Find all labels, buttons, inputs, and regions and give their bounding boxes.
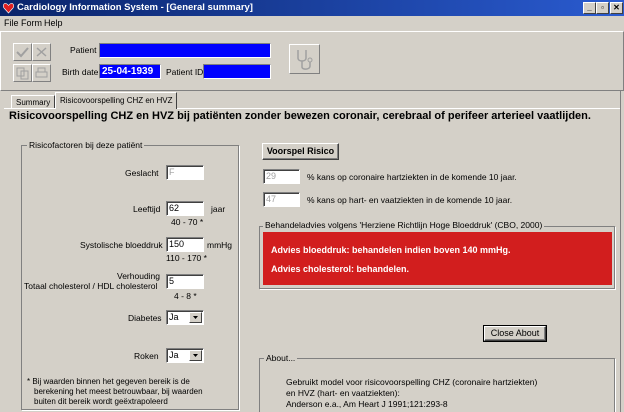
verhouding-sublabel: Totaal cholesterol / HDL cholesterol <box>24 281 158 291</box>
window-title: Cardiology Information System - [General… <box>17 2 253 13</box>
geslacht-field[interactable]: F <box>166 165 204 180</box>
patient-label: Patient <box>70 45 97 55</box>
menu-bar: File Form Help <box>0 16 624 30</box>
about-line3: Anderson e.a., Am Heart J 1991;121:293-8 <box>286 399 448 409</box>
diabetes-value: Ja <box>169 312 179 322</box>
voorspel-risico-button[interactable]: Voorspel Risico <box>262 143 339 160</box>
leeftijd-label: Leeftijd <box>133 204 161 214</box>
check-icon <box>16 47 29 58</box>
stethoscope-button[interactable] <box>289 44 320 74</box>
geslacht-label: Geslacht <box>125 168 159 178</box>
menu-help[interactable]: Help <box>44 18 63 28</box>
leeftijd-field[interactable]: 62 <box>166 201 204 216</box>
window-edge <box>620 91 624 412</box>
menu-file[interactable]: File <box>4 18 19 28</box>
verhouding-field[interactable]: 5 <box>166 274 204 289</box>
footnote-line2: berekening het meest betrouwbaar, bij wa… <box>34 387 203 396</box>
heart-app-icon <box>3 3 14 14</box>
verhouding-range: 4 - 8 * <box>174 291 197 301</box>
chevron-down-icon <box>193 354 198 357</box>
birth-date-label: Birth date <box>62 67 99 77</box>
about-title: About... <box>264 353 298 363</box>
title-bar[interactable]: Cardiology Information System - [General… <box>0 0 624 16</box>
risk-factors-title: Risicofactoren bij deze patiënt <box>27 140 145 150</box>
chevron-down-icon <box>193 316 198 319</box>
maximize-button[interactable]: ▫ <box>596 2 609 14</box>
bloeddruk-unit: mmHg <box>207 240 233 250</box>
printer-icon <box>35 67 48 78</box>
minimize-button[interactable]: _ <box>583 2 596 14</box>
advice-title: Behandeladvies volgens 'Herziene Richtli… <box>263 220 545 230</box>
cross-icon <box>36 47 47 57</box>
menu-form[interactable]: Form <box>21 18 42 28</box>
chz-result-field[interactable]: 29 <box>263 169 300 184</box>
close-button[interactable]: ✕ <box>610 2 623 14</box>
cancel-toolbar-button[interactable] <box>32 43 51 61</box>
tab-summary[interactable]: Summary <box>11 95 56 109</box>
roken-label: Roken <box>134 351 159 361</box>
footnote-line3: buiten dit bereik wordt geëxtrapoleerd <box>34 397 168 406</box>
diabetes-dropdown-button[interactable] <box>189 312 202 323</box>
page-heading: Risicovoorspelling CHZ en HVZ bij patiën… <box>9 110 591 122</box>
birth-date-field[interactable]: 25-04-1939 <box>99 64 161 79</box>
advice-box: Advies bloeddruk: behandelen indien bove… <box>263 232 612 285</box>
tab-risicovoorspelling[interactable]: Risicovoorspelling CHZ en HVZ <box>55 92 178 109</box>
chz-result-text: % kans op coronaire hartziekten in de ko… <box>307 172 517 182</box>
bloeddruk-label: Systolische bloeddruk <box>80 240 163 250</box>
advice-bloeddruk: Advies bloeddruk: behandelen indien bove… <box>271 245 511 255</box>
copy-toolbar-button[interactable] <box>13 64 32 82</box>
advice-cholesterol: Advies cholesterol: behandelen. <box>271 264 410 274</box>
roken-value: Ja <box>169 350 179 360</box>
leeftijd-range: 40 - 70 * <box>171 217 204 227</box>
copy-icon <box>16 67 29 80</box>
hvz-result-text: % kans op hart- en vaatziekten in de kom… <box>307 195 513 205</box>
patient-id-field[interactable] <box>203 64 271 79</box>
roken-dropdown-button[interactable] <box>189 350 202 361</box>
footnote-line1: * Bij waarden binnen het gegeven bereik … <box>27 377 190 386</box>
patient-field[interactable] <box>99 43 271 58</box>
stethoscope-icon <box>297 50 313 70</box>
close-about-button[interactable]: Close About <box>483 325 547 342</box>
diabetes-label: Diabetes <box>128 313 162 323</box>
about-line2: en HVZ (hart- en vaatziekten): <box>286 388 400 398</box>
check-toolbar-button[interactable] <box>13 43 32 61</box>
verhouding-label: Verhouding <box>117 271 161 281</box>
bloeddruk-range: 110 - 170 * <box>166 253 207 263</box>
patient-id-label: Patient ID <box>166 67 204 77</box>
diabetes-select[interactable]: Ja <box>166 310 204 325</box>
hvz-result-field[interactable]: 47 <box>263 192 300 207</box>
leeftijd-unit: jaar <box>211 204 226 214</box>
print-toolbar-button[interactable] <box>32 64 51 82</box>
bloeddruk-field[interactable]: 150 <box>166 237 204 252</box>
about-line1: Gebruikt model voor risicovoorspelling C… <box>286 377 538 387</box>
roken-select[interactable]: Ja <box>166 348 204 363</box>
